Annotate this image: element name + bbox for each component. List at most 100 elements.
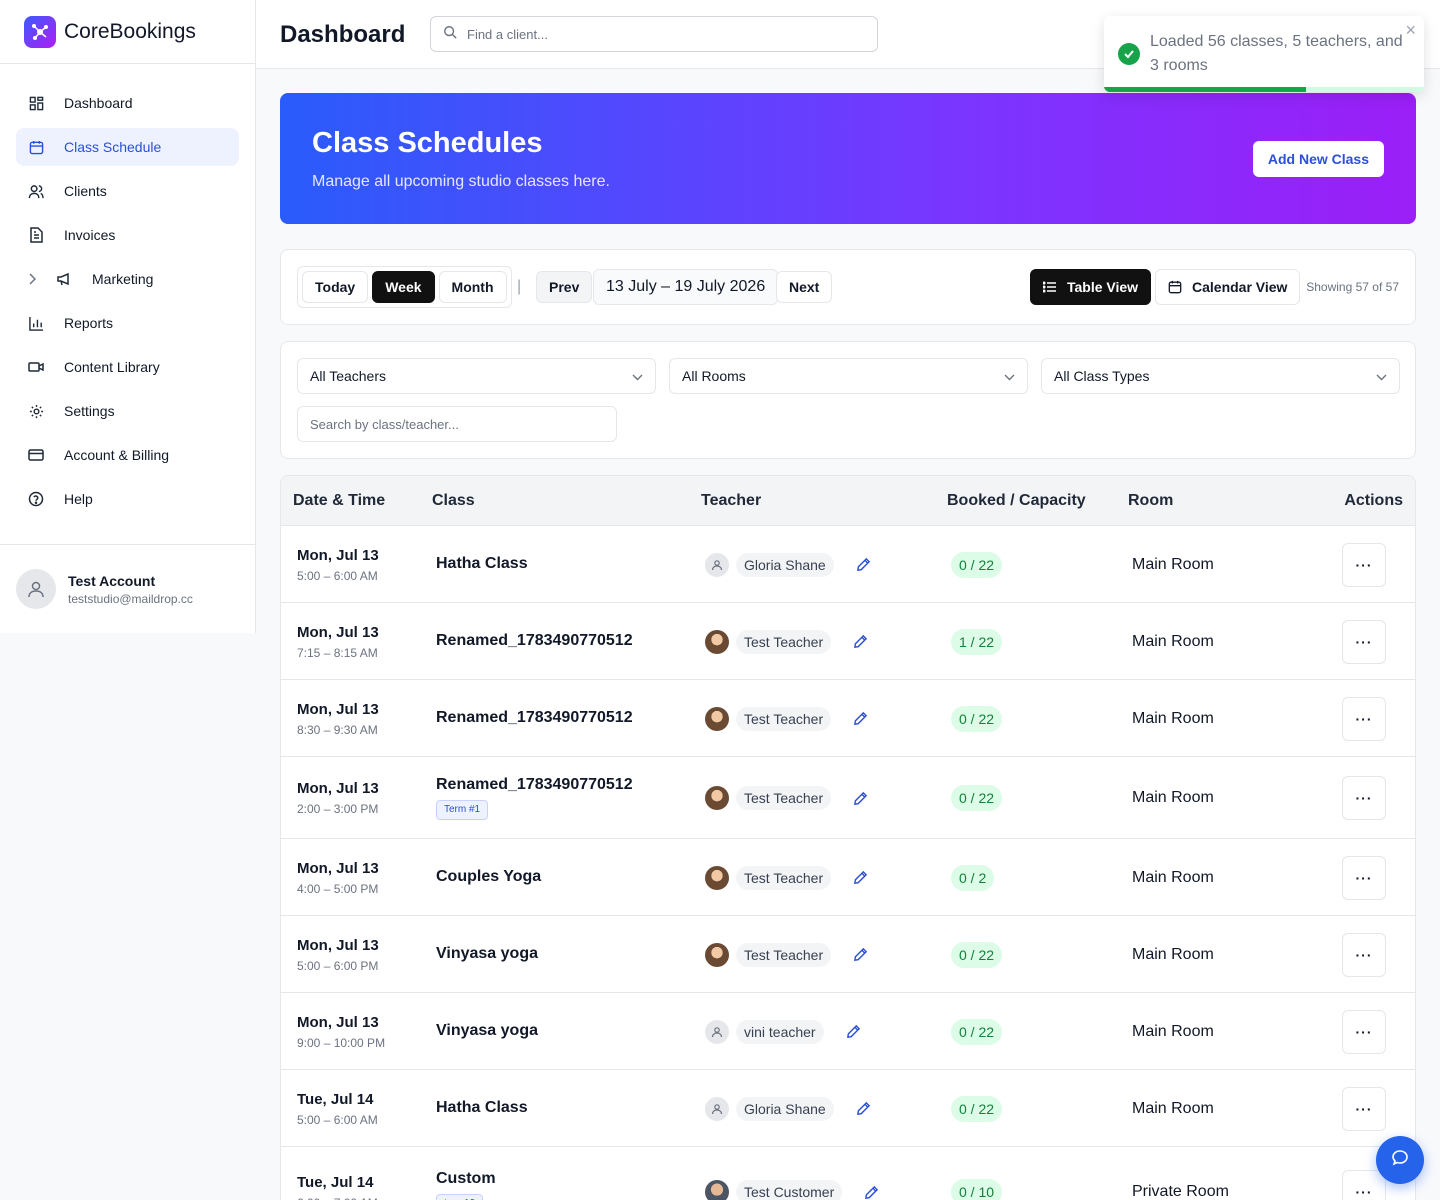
column-header-booked[interactable]: Booked / Capacity: [947, 492, 1086, 510]
table-row[interactable]: Mon, Jul 13 5:00 – 6:00 PM Vinyasa yoga Tes…: [281, 916, 1415, 993]
table-row[interactable]: Tue, Jul 14 6:00 – 7:00 AM Custom term12 Tes…: [281, 1147, 1415, 1200]
table-row[interactable]: Mon, Jul 13 9:00 – 10:00 PM Vinyasa yoga vi…: [281, 993, 1415, 1070]
month-button[interactable]: Month: [438, 271, 507, 303]
row-actions-button[interactable]: ···: [1342, 1009, 1386, 1054]
class-teacher-search-input[interactable]: [297, 406, 617, 442]
row-actions-button[interactable]: ···: [1342, 1086, 1386, 1131]
add-new-class-button[interactable]: Add New Class: [1252, 141, 1384, 177]
column-header-class[interactable]: Class: [432, 492, 475, 510]
table-row[interactable]: Mon, Jul 13 2:00 – 3:00 PM Renamed_1783490…: [281, 757, 1415, 839]
today-button[interactable]: Today: [302, 271, 369, 303]
row-actions-button[interactable]: ···: [1342, 855, 1386, 900]
room-name: Main Room: [1132, 709, 1214, 727]
row-actions-button[interactable]: ···: [1342, 619, 1386, 664]
teacher-cell: Test Teacher: [705, 786, 868, 810]
column-header-room[interactable]: Room: [1128, 492, 1173, 510]
edit-teacher-pencil-icon[interactable]: [856, 557, 871, 572]
table-row[interactable]: Mon, Jul 13 5:00 – 6:00 AM Hatha Class Glor…: [281, 526, 1415, 603]
room-name: Main Room: [1132, 632, 1214, 650]
table-row[interactable]: Mon, Jul 13 8:30 – 9:30 AM Renamed_1783490…: [281, 680, 1415, 757]
column-header-date-time[interactable]: Date & Time: [293, 492, 385, 510]
class-name[interactable]: Hatha Class: [436, 555, 528, 573]
column-header-teacher[interactable]: Teacher: [701, 492, 761, 510]
class-name[interactable]: Vinyasa yoga: [436, 1022, 538, 1040]
term-badge: Term #1: [436, 800, 489, 820]
chevron-right-icon[interactable]: [28, 273, 44, 285]
sidebar-item-dashboard[interactable]: Dashboard: [16, 84, 239, 122]
megaphone-icon: [56, 271, 72, 287]
row-actions-button[interactable]: ···: [1342, 696, 1386, 741]
teacher-avatar: [705, 1180, 729, 1200]
class-name[interactable]: Hatha Class: [436, 1099, 528, 1117]
sidebar-item-account-billing[interactable]: Account & Billing: [16, 436, 239, 474]
table-view-label: Table View: [1067, 279, 1139, 295]
toast-progress-bar: [1104, 87, 1306, 92]
term-badge: term12: [436, 1194, 484, 1200]
client-search[interactable]: [430, 16, 878, 52]
sidebar-item-label: Account & Billing: [64, 447, 170, 463]
sidebar-nav: Dashboard Class Schedule Clients Invoice…: [0, 64, 255, 518]
sidebar-item-marketing[interactable]: Marketing: [16, 260, 239, 298]
edit-teacher-pencil-icon[interactable]: [856, 1101, 871, 1116]
sidebar-item-settings[interactable]: Settings: [16, 392, 239, 430]
room-name: Main Room: [1132, 555, 1214, 573]
date-time-cell: Mon, Jul 13 2:00 – 3:00 PM: [297, 780, 379, 816]
date-time-cell: Tue, Jul 14 5:00 – 6:00 AM: [297, 1091, 378, 1127]
teacher-cell: Test Teacher: [705, 706, 868, 731]
edit-teacher-pencil-icon[interactable]: [853, 947, 868, 962]
edit-teacher-pencil-icon[interactable]: [864, 1185, 879, 1200]
row-actions-button[interactable]: ···: [1342, 932, 1386, 977]
date-time-cell: Mon, Jul 13 5:00 – 6:00 PM: [297, 937, 379, 973]
sidebar-item-clients[interactable]: Clients: [16, 172, 239, 210]
chat-button[interactable]: [1376, 1136, 1424, 1184]
table-header: Date & Time Class Teacher Booked / Capac…: [281, 476, 1415, 526]
class-name[interactable]: Renamed_1783490770512: [436, 709, 633, 727]
edit-teacher-pencil-icon[interactable]: [853, 791, 868, 806]
teacher-name: Test Customer: [736, 1180, 843, 1200]
sidebar-item-class-schedule[interactable]: Class Schedule: [16, 128, 239, 166]
search-icon: [443, 25, 457, 44]
date-time-cell: Mon, Jul 13 4:00 – 5:00 PM: [297, 860, 379, 896]
date-range[interactable]: 13 July – 19 July 2026: [593, 269, 779, 305]
room-filter-select[interactable]: All Rooms: [669, 358, 1028, 394]
close-icon[interactable]: ×: [1405, 20, 1416, 41]
search-input[interactable]: [467, 26, 847, 42]
class-time: 9:00 – 10:00 PM: [297, 1035, 386, 1050]
class-name[interactable]: Renamed_1783490770512: [436, 776, 633, 794]
sidebar-item-content-library[interactable]: Content Library: [16, 348, 239, 386]
table-row[interactable]: Mon, Jul 13 7:15 – 8:15 AM Renamed_1783490…: [281, 603, 1415, 680]
hero-title: Class Schedules: [312, 127, 543, 159]
next-button[interactable]: Next: [776, 271, 833, 303]
teacher-name: Test Teacher: [736, 865, 832, 890]
week-button[interactable]: Week: [372, 271, 435, 303]
row-actions-button[interactable]: ···: [1342, 542, 1386, 587]
teacher-filter-select[interactable]: All Teachers: [297, 358, 656, 394]
edit-teacher-pencil-icon[interactable]: [853, 711, 868, 726]
class-date: Mon, Jul 13: [297, 700, 379, 718]
table-view-button[interactable]: Table View: [1030, 269, 1152, 305]
brand[interactable]: CoreBookings: [0, 0, 255, 64]
table-row[interactable]: Tue, Jul 14 5:00 – 6:00 AM Hatha Class Glor…: [281, 1070, 1415, 1147]
calendar-icon: [1168, 280, 1182, 294]
edit-teacher-pencil-icon[interactable]: [853, 634, 868, 649]
row-actions-button[interactable]: ···: [1342, 1170, 1386, 1200]
edit-teacher-pencil-icon[interactable]: [846, 1024, 861, 1039]
sidebar-item-reports[interactable]: Reports: [16, 304, 239, 342]
row-actions-button[interactable]: ···: [1342, 776, 1386, 820]
sidebar-item-invoices[interactable]: Invoices: [16, 216, 239, 254]
edit-teacher-pencil-icon[interactable]: [853, 870, 868, 885]
calendar-view-button[interactable]: Calendar View: [1155, 269, 1301, 305]
prev-button[interactable]: Prev: [536, 271, 593, 303]
class-type-filter-select[interactable]: All Class Types: [1041, 358, 1400, 394]
teacher-cell: Test Teacher: [705, 865, 868, 890]
class-name[interactable]: Custom: [436, 1170, 496, 1188]
sidebar-user[interactable]: Test Account teststudio@maildrop.cc: [0, 544, 255, 633]
sidebar: CoreBookings Dashboard Class Schedule Cl…: [0, 0, 256, 633]
class-name[interactable]: Renamed_1783490770512: [436, 632, 633, 650]
class-name[interactable]: Vinyasa yoga: [436, 945, 538, 963]
class-name[interactable]: Couples Yoga: [436, 868, 541, 886]
table-row[interactable]: Mon, Jul 13 4:00 – 5:00 PM Couples Yoga Tes…: [281, 839, 1415, 916]
booked-capacity-badge: 1 / 22: [951, 628, 1003, 655]
sidebar-item-help[interactable]: Help: [16, 480, 239, 518]
help-circle-icon: [28, 491, 44, 507]
